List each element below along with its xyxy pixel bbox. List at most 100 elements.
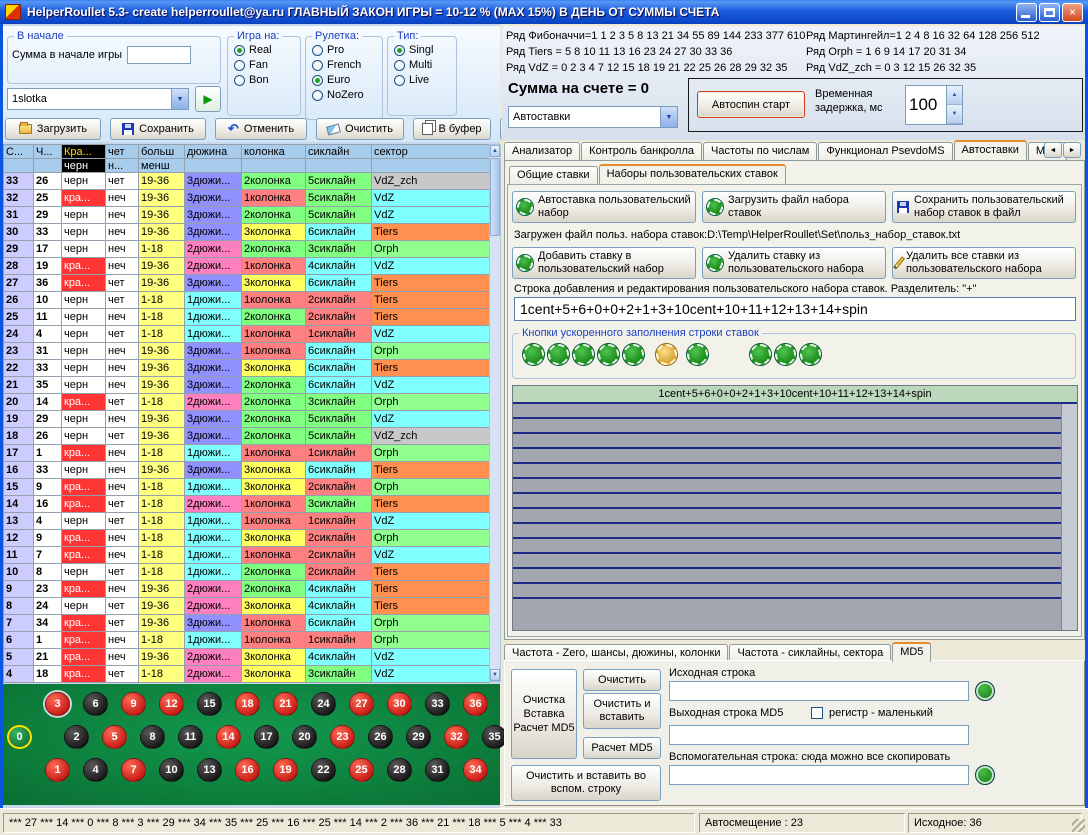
table-row[interactable]: 418кра...чет1-182дюжи...3колонка3сиклайн…: [4, 666, 490, 683]
source-action-button[interactable]: [975, 681, 995, 701]
chip-button-9[interactable]: [775, 344, 796, 365]
table-row[interactable]: 159кра...неч1-181дюжи...3колонка2сиклайн…: [4, 479, 490, 496]
board-number-32[interactable]: 32: [444, 725, 469, 749]
chip-button-6[interactable]: [656, 344, 677, 365]
md5-calc-button[interactable]: Расчет MD5: [583, 737, 661, 759]
autospin-start-button[interactable]: Автоспин старт: [697, 91, 805, 118]
slot-select[interactable]: 1slotka ▼: [7, 88, 189, 110]
bet-string-input[interactable]: [514, 297, 1076, 321]
bet-list-row[interactable]: [513, 554, 1077, 569]
radio-nozero[interactable]: NoZero: [312, 89, 376, 101]
column-header[interactable]: больш: [139, 145, 185, 159]
table-row[interactable]: 923кра...неч19-362дюжи...2колонка4сиклай…: [4, 581, 490, 598]
tab-контроль-банкролла[interactable]: Контроль банкролла: [581, 142, 702, 160]
autobet-select[interactable]: Автоставки ▼: [508, 106, 678, 128]
tab-общие-ставки[interactable]: Общие ставки: [509, 166, 598, 184]
table-row[interactable]: 129кра...неч1-181дюжи...3колонка2сиклайн…: [4, 530, 490, 547]
bet-list-row[interactable]: [513, 434, 1077, 449]
table-row[interactable]: 521кра...неч19-362дюжи...3колонка4сиклай…: [4, 649, 490, 666]
table-row[interactable]: 171кра...неч1-181дюжи...1колонка1сиклайн…: [4, 445, 490, 462]
board-number-33[interactable]: 33: [425, 692, 450, 716]
table-row[interactable]: 824чернчет19-362дюжи...3колонка4сиклайнT…: [4, 598, 490, 615]
board-number-18[interactable]: 18: [235, 692, 260, 716]
column-header[interactable]: дюжина: [185, 145, 242, 159]
delay-input[interactable]: [906, 86, 946, 124]
board-number-8[interactable]: 8: [140, 725, 165, 749]
board-number-17[interactable]: 17: [254, 725, 279, 749]
board-number-3[interactable]: 3: [45, 692, 70, 716]
table-row[interactable]: 2610чернчет1-181дюжи...1колонка2сиклайнT…: [4, 292, 490, 309]
board-number-4[interactable]: 4: [83, 758, 108, 782]
column-header[interactable]: Ч...: [34, 145, 62, 159]
board-number-25[interactable]: 25: [349, 758, 374, 782]
board-number-20[interactable]: 20: [292, 725, 317, 749]
table-row[interactable]: 3033черннеч19-363дюжи...3колонка6сиклайн…: [4, 224, 490, 241]
board-number-5[interactable]: 5: [102, 725, 127, 749]
tab-наборы-пользовательских-ставок[interactable]: Наборы пользовательских ставок: [599, 164, 786, 184]
tab-scroll-right-icon[interactable]: ►: [1063, 142, 1081, 158]
add-bet-button[interactable]: Добавить ставку в пользовательский набор: [512, 247, 696, 279]
board-number-26[interactable]: 26: [368, 725, 393, 749]
dropdown-arrow-icon[interactable]: ▼: [171, 89, 188, 109]
table-row[interactable]: 2331черннеч19-363дюжи...1колонка6сиклайн…: [4, 343, 490, 360]
tab-частоты-по-числам[interactable]: Частоты по числам: [703, 142, 817, 160]
save-button[interactable]: Сохранить: [110, 118, 206, 140]
radio-live[interactable]: Live: [394, 74, 450, 86]
column-header[interactable]: чет: [106, 145, 139, 159]
bet-list-row[interactable]: [513, 464, 1077, 479]
column-header[interactable]: [185, 159, 242, 173]
register-checkbox[interactable]: [811, 707, 823, 719]
column-header[interactable]: [306, 159, 372, 173]
tab-scroll-left-icon[interactable]: ◄: [1044, 142, 1062, 158]
board-number-10[interactable]: 10: [159, 758, 184, 782]
column-header[interactable]: Кра...: [62, 145, 106, 159]
board-number-11[interactable]: 11: [178, 725, 203, 749]
close-button[interactable]: ×: [1062, 3, 1083, 22]
source-string-input[interactable]: [669, 681, 969, 701]
spinner-down-icon[interactable]: ▼: [947, 105, 962, 124]
column-header[interactable]: С...: [4, 145, 34, 159]
column-header[interactable]: [4, 159, 34, 173]
resize-grip[interactable]: [1072, 819, 1085, 832]
board-number-29[interactable]: 29: [406, 725, 431, 749]
table-row[interactable]: 244чернчет1-181дюжи...1колонка1сиклайнVd…: [4, 326, 490, 343]
column-header[interactable]: менш: [139, 159, 185, 173]
play-button[interactable]: ▶: [195, 86, 221, 112]
md5-all-in-one-button[interactable]: Очистка Вставка Расчет MD5: [511, 669, 577, 759]
board-number-19[interactable]: 19: [273, 758, 298, 782]
radio-singl[interactable]: Singl: [394, 44, 450, 56]
table-row[interactable]: 1929черннеч19-363дюжи...2колонка5сиклайн…: [4, 411, 490, 428]
table-row[interactable]: 3225кра...неч19-363дюжи...1колонка5сикла…: [4, 190, 490, 207]
table-row[interactable]: 734кра...чет19-363дюжи...1колонка6сиклай…: [4, 615, 490, 632]
column-header[interactable]: сиклайн: [306, 145, 372, 159]
board-number-36[interactable]: 36: [463, 692, 488, 716]
remove-all-bets-button[interactable]: Удалить все ставки из пользовательского …: [892, 247, 1076, 279]
tab-автоставки[interactable]: Автоставки: [954, 140, 1027, 160]
table-scrollbar[interactable]: ▲ ▼: [489, 144, 501, 682]
radio-bon[interactable]: Bon: [234, 74, 294, 86]
chip-button-1[interactable]: [523, 344, 544, 365]
board-number-28[interactable]: 28: [387, 758, 412, 782]
board-number-34[interactable]: 34: [463, 758, 488, 782]
tab-анализатор[interactable]: Анализатор: [504, 142, 580, 160]
column-header[interactable]: черн: [62, 159, 106, 173]
table-row[interactable]: 2135черннеч19-363дюжи...2колонка6сиклайн…: [4, 377, 490, 394]
column-header[interactable]: колонка: [242, 145, 306, 159]
scroll-up-icon[interactable]: ▲: [490, 145, 500, 157]
board-number-24[interactable]: 24: [311, 692, 336, 716]
board-number-31[interactable]: 31: [425, 758, 450, 782]
bet-list-row[interactable]: [513, 509, 1077, 524]
board-number-15[interactable]: 15: [197, 692, 222, 716]
start-sum-input[interactable]: [127, 46, 191, 64]
chip-button-2[interactable]: [548, 344, 569, 365]
table-row[interactable]: 3326чернчет19-363дюжи...2колонка5сиклайн…: [4, 173, 490, 190]
remove-bet-button[interactable]: Удалить ставку из пользовательского набо…: [702, 247, 886, 279]
column-header[interactable]: [242, 159, 306, 173]
bet-list-row[interactable]: [513, 524, 1077, 539]
load-bet-file-button[interactable]: Загрузить файл набора ставок: [702, 191, 886, 223]
board-number-14[interactable]: 14: [216, 725, 241, 749]
table-row[interactable]: 117кра...неч1-181дюжи...1колонка2сиклайн…: [4, 547, 490, 564]
board-number-2[interactable]: 2: [64, 725, 89, 749]
chip-button-5[interactable]: [623, 344, 644, 365]
table-row[interactable]: 1826чернчет19-363дюжи...2колонка5сиклайн…: [4, 428, 490, 445]
